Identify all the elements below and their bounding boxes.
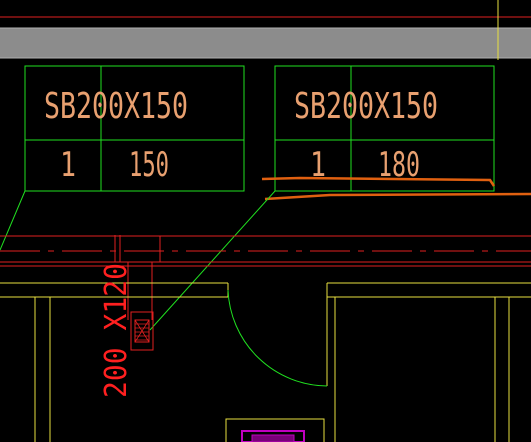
- tag-box-1-col2: 150: [129, 145, 169, 185]
- tag-box-1-col1: 1: [60, 145, 76, 185]
- cad-drawing-canvas[interactable]: SB200X150 1 150 SB200X150 1 180 200 X120: [0, 0, 531, 442]
- purple-fixture-inner: [251, 434, 295, 442]
- duct-size-label: 200 X120: [99, 263, 134, 398]
- tag-box-1-title: SB200X150: [44, 86, 188, 127]
- tag-box-2-title: SB200X150: [294, 86, 438, 127]
- slab-gray-band: [0, 28, 531, 58]
